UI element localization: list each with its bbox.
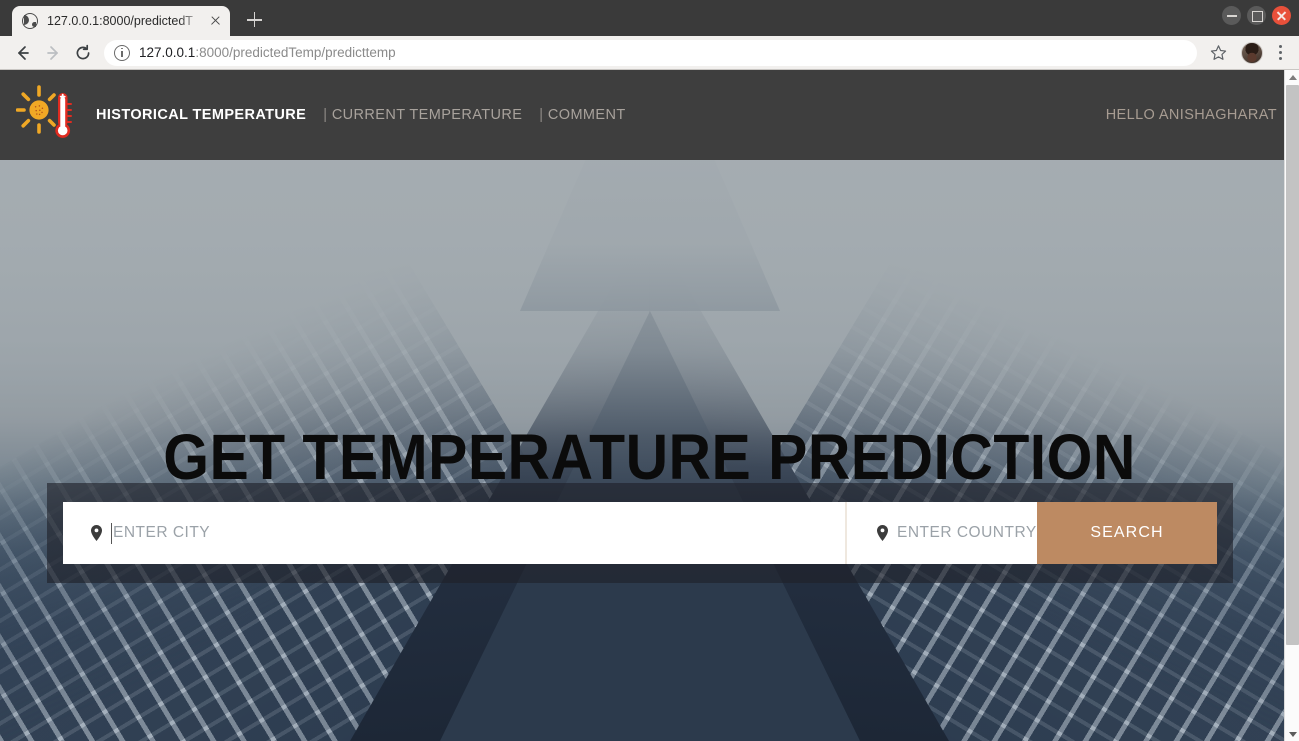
search-panel: ENTER CITY ENTER COUNTRY SEARCH bbox=[47, 483, 1233, 583]
forward-button bbox=[38, 38, 68, 68]
scrollbar-thumb[interactable] bbox=[1286, 85, 1299, 645]
tab-strip: 127.0.0.1:8000/predictedT bbox=[0, 0, 1299, 36]
url-text: 127.0.0.1:8000/predictedTemp/predicttemp bbox=[139, 45, 396, 60]
site-navbar: HISTORICAL TEMPERATURE | CURRENT TEMPERA… bbox=[0, 70, 1299, 160]
star-icon[interactable] bbox=[1203, 38, 1233, 68]
nav-separator: | bbox=[539, 107, 544, 123]
avatar[interactable] bbox=[1241, 41, 1263, 64]
page-viewport: HISTORICAL TEMPERATURE | CURRENT TEMPERA… bbox=[0, 70, 1299, 741]
browser-toolbar: 127.0.0.1:8000/predictedTemp/predicttemp bbox=[0, 36, 1299, 70]
address-bar[interactable]: 127.0.0.1:8000/predictedTemp/predicttemp bbox=[104, 39, 1197, 66]
text-cursor bbox=[111, 522, 112, 544]
scroll-up-arrow-icon[interactable] bbox=[1285, 70, 1299, 84]
nav-item-comment-label: COMMENT bbox=[547, 107, 626, 123]
site-nav-menu: HISTORICAL TEMPERATURE | CURRENT TEMPERA… bbox=[96, 107, 626, 123]
url-host: 127.0.0.1 bbox=[139, 45, 196, 60]
nav-item-current-temperature-label: CURRENT TEMPERATURE bbox=[331, 107, 523, 123]
back-button[interactable] bbox=[8, 38, 38, 68]
close-window-button[interactable] bbox=[1272, 6, 1291, 25]
info-circle-icon[interactable] bbox=[114, 44, 130, 61]
user-greeting[interactable]: HELLO ANISHAGHARAT bbox=[1106, 107, 1277, 123]
browser-tab[interactable]: 127.0.0.1:8000/predictedT bbox=[12, 6, 230, 36]
city-input-wrapper[interactable]: ENTER CITY bbox=[63, 502, 845, 564]
browser-window: 127.0.0.1:8000/predictedT 127.0.0.1:8000… bbox=[0, 0, 1299, 741]
tab-title: 127.0.0.1:8000/predictedT bbox=[47, 14, 193, 28]
reload-button[interactable] bbox=[68, 38, 98, 68]
country-input-wrapper[interactable]: ENTER COUNTRY bbox=[847, 502, 1037, 564]
search-button[interactable]: SEARCH bbox=[1037, 502, 1217, 564]
map-pin-icon bbox=[91, 525, 102, 541]
hero-background-image bbox=[0, 70, 1299, 741]
minimize-button[interactable] bbox=[1222, 6, 1241, 25]
sun-thermometer-logo[interactable] bbox=[15, 85, 76, 145]
scroll-down-arrow-icon[interactable] bbox=[1285, 727, 1299, 741]
page-title: GET TEMPERATURE PREDICTION bbox=[163, 421, 1136, 493]
maximize-button[interactable] bbox=[1247, 6, 1266, 25]
window-controls bbox=[1222, 6, 1291, 25]
page-scrollbar[interactable] bbox=[1284, 70, 1299, 741]
nav-item-historical-temperature[interactable]: HISTORICAL TEMPERATURE bbox=[96, 107, 306, 123]
globe-icon bbox=[22, 13, 38, 29]
nav-item-current-temperature[interactable]: | CURRENT TEMPERATURE bbox=[323, 107, 522, 123]
kebab-menu-icon[interactable] bbox=[1269, 38, 1291, 68]
nav-item-comment[interactable]: | COMMENT bbox=[539, 107, 625, 123]
city-input-placeholder: ENTER CITY bbox=[113, 524, 211, 541]
tab-close-icon[interactable] bbox=[206, 12, 224, 30]
nav-separator: | bbox=[323, 107, 328, 123]
url-path: :8000/predictedTemp/predicttemp bbox=[195, 45, 396, 60]
map-pin-icon bbox=[877, 525, 888, 541]
new-tab-button[interactable] bbox=[240, 6, 268, 34]
country-input-placeholder: ENTER COUNTRY bbox=[897, 524, 1037, 541]
